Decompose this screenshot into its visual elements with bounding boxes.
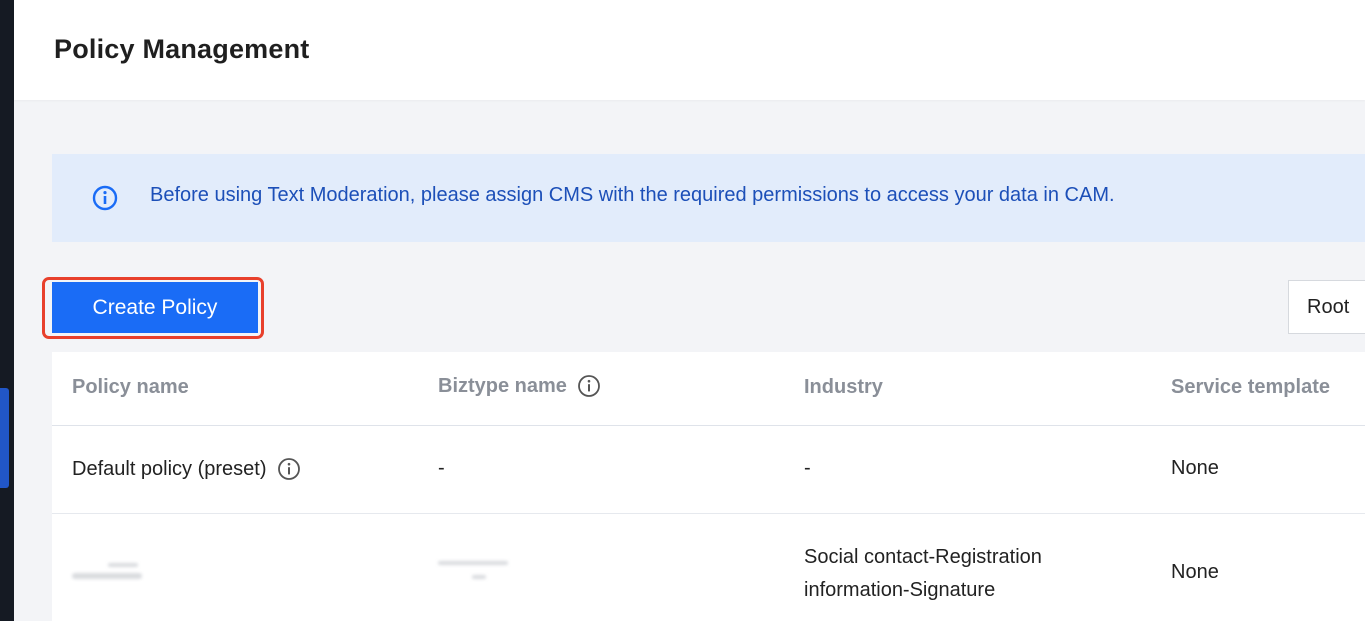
sidebar-active-indicator bbox=[0, 388, 9, 488]
column-header-industry: Industry bbox=[804, 376, 883, 398]
policy-name-cell: Default policy (preset) bbox=[72, 457, 301, 481]
redacted-text bbox=[472, 575, 486, 579]
biztype-info-icon[interactable] bbox=[577, 374, 601, 398]
page-title: Policy Management bbox=[54, 34, 310, 64]
column-header-service-template: Service template bbox=[1171, 376, 1330, 398]
service-template-cell: None bbox=[1171, 561, 1219, 583]
account-scope-select[interactable]: Root bbox=[1288, 280, 1365, 334]
biztype-name-cell: - bbox=[438, 457, 445, 479]
industry-cell: - bbox=[804, 457, 811, 479]
notice-text: Before using Text Moderation, please ass… bbox=[150, 184, 1115, 206]
info-icon bbox=[92, 185, 118, 211]
column-header-policy-name: Policy name bbox=[72, 376, 189, 398]
column-header-biztype-name: Biztype name bbox=[438, 374, 601, 398]
redacted-text bbox=[438, 561, 508, 565]
table-row[interactable]: Default policy (preset) - - None bbox=[52, 427, 1365, 514]
policy-table: Policy name Biztype name Industry Servic… bbox=[52, 352, 1365, 621]
table-row[interactable]: Social contact-Registration information-… bbox=[52, 515, 1365, 621]
table-header: Policy name Biztype name Industry Servic… bbox=[52, 352, 1365, 426]
create-policy-button[interactable]: Create Policy bbox=[52, 282, 258, 333]
permission-notice: Before using Text Moderation, please ass… bbox=[52, 154, 1365, 242]
redacted-text bbox=[72, 573, 142, 579]
service-template-cell: None bbox=[1171, 457, 1219, 479]
redacted-text bbox=[108, 563, 138, 567]
sidebar-edge bbox=[0, 0, 14, 621]
industry-cell: Social contact-Registration information-… bbox=[804, 546, 1042, 601]
default-policy-info-icon[interactable] bbox=[277, 457, 301, 481]
app-frame: Policy Management Before using Text Mode… bbox=[0, 0, 1365, 621]
page-header: Policy Management bbox=[14, 0, 1365, 100]
